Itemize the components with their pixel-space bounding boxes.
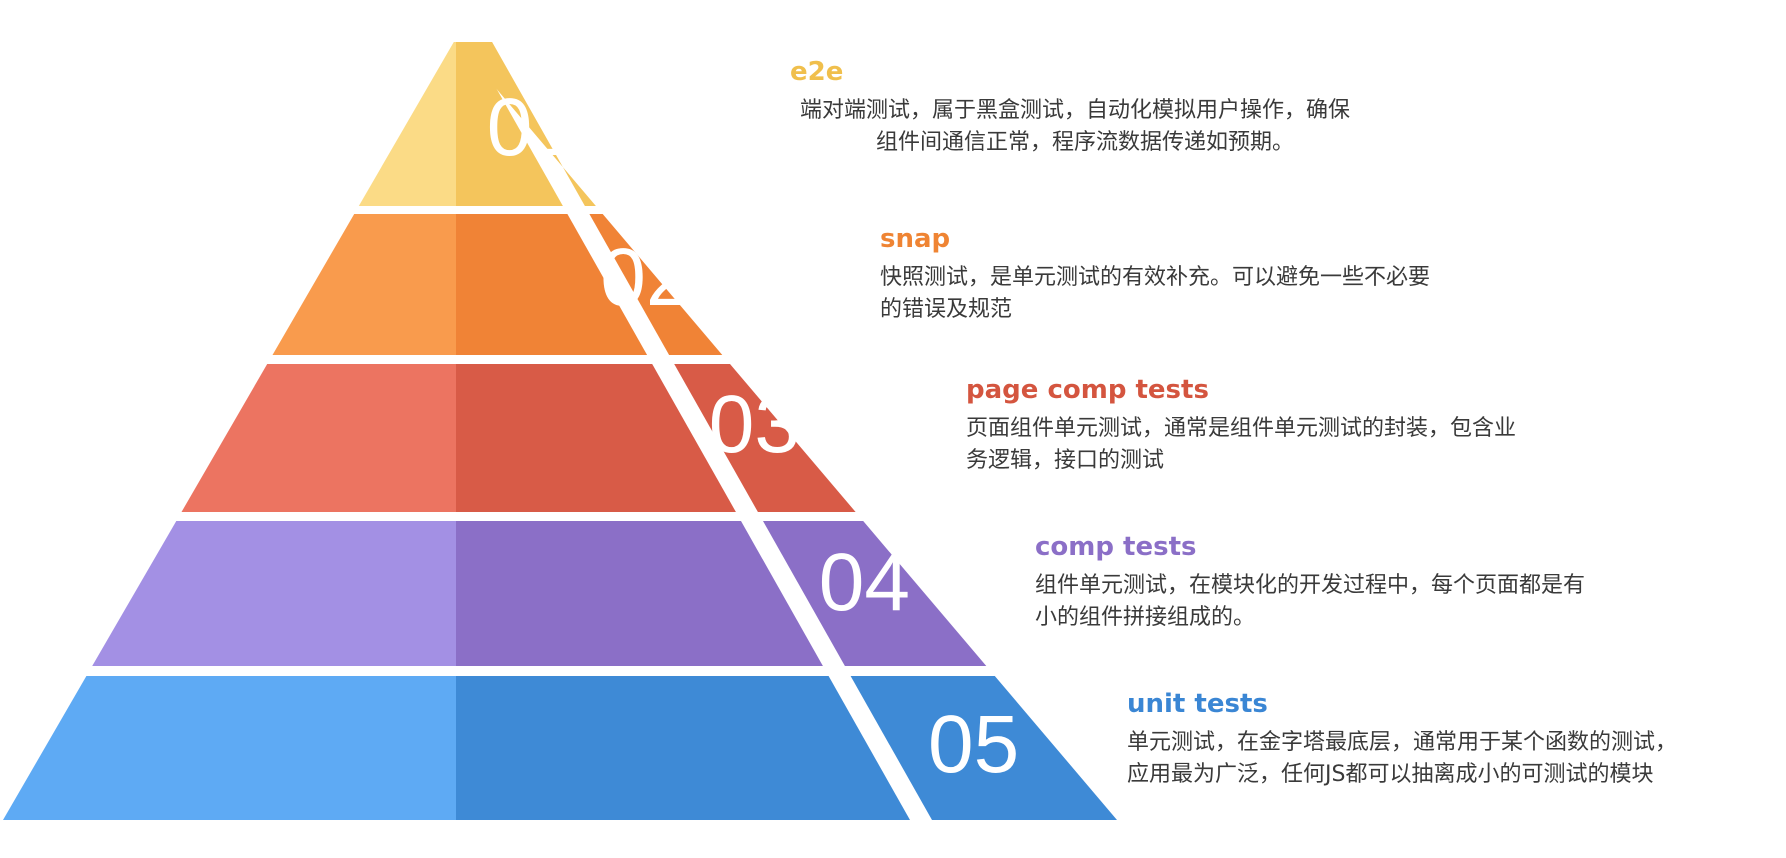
level-2-number: 02 [600,232,691,323]
level-3-left-face [181,364,456,512]
level-1-desc-line-2: 组件间通信正常，程序流数据传递如预期。 [876,130,1295,155]
level-5-desc-line-1: 单元测试，在金字塔最底层，通常用于某个函数的测试， [1127,730,1678,755]
level-4-middle-face [456,521,823,666]
level-2-desc-line-2: 的错误及规范 [880,297,1013,322]
level-4-description: 组件单元测试，在模块化的开发过程中，每个页面都是有 小的组件拼接组成的。 [1035,570,1585,634]
level-4-left-face [92,521,456,666]
level-2-description: 快照测试，是单元测试的有效补充。可以避免一些不必要 的错误及规范 [880,262,1430,326]
level-5-text: unit tests 单元测试，在金字塔最底层，通常用于某个函数的测试， 应用最… [1127,687,1677,791]
level-2-text: snap 快照测试，是单元测试的有效补充。可以避免一些不必要 的错误及规范 [880,222,1430,326]
level-2-left-face [272,214,456,355]
level-3-number: 03 [709,379,800,470]
level-4-number: 04 [819,537,910,628]
level-1-left-face [358,42,456,206]
level-4-title: comp tests [1035,532,1197,562]
level-5-title: unit tests [1127,689,1268,719]
level-5-description: 单元测试，在金字塔最底层，通常用于某个函数的测试， 应用最为广泛，任何JS都可以… [1127,727,1677,791]
level-2-title: snap [880,224,951,254]
level-4-desc-line-2: 小的组件拼接组成的。 [1035,605,1256,630]
level-3-title: page comp tests [966,375,1209,405]
level-2-desc-line-1: 快照测试，是单元测试的有效补充。可以避免一些不必要 [880,265,1431,290]
level-5-desc-line-2: 应用最为广泛，任何JS都可以抽离成小的可测试的模块 [1127,762,1654,787]
level-5-left-face [3,676,456,820]
level-5-middle-face [456,676,910,820]
level-5-number: 05 [928,699,1019,790]
level-1-title: e2e [790,57,844,87]
level-3-text: page comp tests 页面组件单元测试，通常是组件单元测试的封装，包含… [966,373,1516,477]
level-3-desc-line-2: 务逻辑，接口的测试 [966,448,1165,473]
level-3-desc-line-1: 页面组件单元测试，通常是组件单元测试的封装，包含业 [966,416,1517,441]
level-3-description: 页面组件单元测试，通常是组件单元测试的封装，包含业 务逻辑，接口的测试 [966,413,1516,477]
level-1-text: e2e 端对端测试，属于黑盒测试，自动化模拟用户操作，确保 组件间通信正常，程序… [790,55,1350,159]
level-1-description: 端对端测试，属于黑盒测试，自动化模拟用户操作，确保 组件间通信正常，程序流数据传… [790,95,1350,159]
level-1-desc-line-1: 端对端测试，属于黑盒测试，自动化模拟用户操作，确保 [800,98,1351,123]
level-4-text: comp tests 组件单元测试，在模块化的开发过程中，每个页面都是有 小的组… [1035,530,1585,634]
level-1-number: 01 [487,82,578,173]
level-4-desc-line-1: 组件单元测试，在模块化的开发过程中，每个页面都是有 [1035,573,1586,598]
